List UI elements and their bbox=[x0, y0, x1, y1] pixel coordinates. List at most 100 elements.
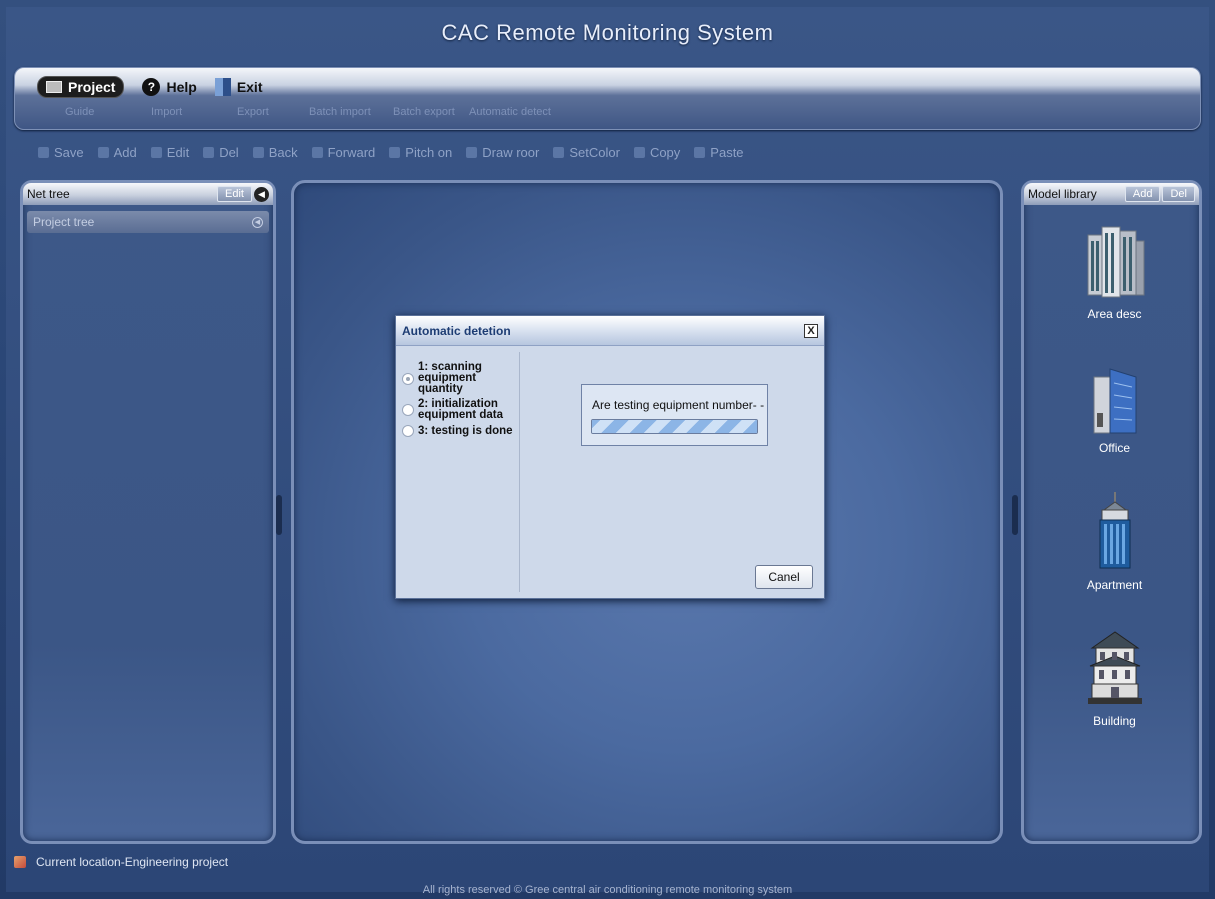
paste-icon bbox=[694, 147, 706, 158]
edit-button[interactable]: Edit bbox=[150, 145, 190, 160]
net-tree-panel: Net tree Edit ◀ Project tree ◀ bbox=[20, 180, 276, 844]
model-del-button[interactable]: Del bbox=[1162, 186, 1195, 202]
apartment-building-icon bbox=[1099, 492, 1130, 569]
office-building-icon bbox=[1093, 368, 1136, 434]
forward-icon bbox=[311, 147, 323, 158]
add-button[interactable]: Add bbox=[97, 145, 137, 160]
step-3-text: 3: testing is done bbox=[418, 424, 513, 437]
collapse-left-icon[interactable]: ◀ bbox=[254, 186, 269, 202]
model-building-label: Building bbox=[1093, 714, 1136, 728]
model-building[interactable]: Building bbox=[1024, 626, 1205, 728]
submenu-row: Guide Import Export Batch import Batch e… bbox=[65, 106, 551, 118]
submenu-import[interactable]: Import bbox=[151, 106, 237, 118]
delete-icon bbox=[203, 147, 215, 158]
net-tree-title: Net tree bbox=[27, 187, 70, 201]
folder-icon bbox=[46, 81, 62, 93]
paste-label: Paste bbox=[710, 145, 744, 160]
footer-copyright: All rights reserved © Gree central air c… bbox=[422, 884, 793, 896]
edit-label: Edit bbox=[166, 145, 190, 160]
delete-button[interactable]: Del bbox=[203, 145, 239, 160]
dialog-header: Automatic detetion X bbox=[396, 316, 824, 346]
status-bar: Current location-Engineering project bbox=[14, 855, 228, 869]
model-area-desc-label: Area desc bbox=[1087, 307, 1142, 321]
model-add-button[interactable]: Add bbox=[1124, 186, 1161, 202]
dialog-divider bbox=[519, 352, 520, 592]
step-3-radio[interactable] bbox=[402, 425, 414, 437]
model-office[interactable]: Office bbox=[1024, 363, 1205, 455]
step-scanning[interactable]: 1: scanning equipment quantity bbox=[402, 361, 514, 395]
submenu-batch-export[interactable]: Batch export bbox=[393, 106, 469, 118]
save-label: Save bbox=[54, 145, 84, 160]
draw-roor-button[interactable]: Draw roor bbox=[466, 145, 539, 160]
setcolor-button[interactable]: SetColor bbox=[553, 145, 620, 160]
model-office-label: Office bbox=[1098, 441, 1131, 455]
draw-roor-label: Draw roor bbox=[482, 145, 540, 160]
submenu-guide[interactable]: Guide bbox=[65, 106, 151, 118]
building-icon bbox=[1087, 631, 1142, 704]
add-icon bbox=[97, 147, 109, 158]
pointer-icon bbox=[389, 147, 401, 158]
left-splitter-handle[interactable] bbox=[276, 495, 282, 535]
project-tree-header[interactable]: Project tree ◀ bbox=[27, 211, 269, 233]
step-2-radio[interactable] bbox=[402, 404, 414, 416]
forward-label: Forward bbox=[327, 145, 376, 160]
add-label: Add bbox=[113, 145, 137, 160]
back-icon bbox=[252, 147, 264, 158]
help-icon: ? bbox=[142, 78, 161, 96]
palette-icon bbox=[553, 147, 565, 158]
menu-help[interactable]: ? Help bbox=[142, 76, 197, 98]
close-icon[interactable]: X bbox=[804, 323, 818, 338]
pitch-on-label: Pitch on bbox=[405, 145, 453, 160]
project-tree-collapse-icon[interactable]: ◀ bbox=[252, 216, 263, 228]
save-button[interactable]: Save bbox=[38, 145, 84, 160]
exit-icon bbox=[214, 78, 231, 96]
model-apartment[interactable]: Apartment bbox=[1024, 490, 1205, 592]
toolbar: Save Add Edit Del Back Forward Pitch on … bbox=[38, 145, 744, 160]
edit-icon bbox=[150, 147, 162, 158]
area-building-icon bbox=[1087, 226, 1144, 298]
progress-fill bbox=[592, 420, 757, 433]
menu-exit-label: Exit bbox=[236, 79, 263, 95]
menu-exit[interactable]: Exit bbox=[214, 76, 263, 98]
progress-bar bbox=[591, 419, 758, 434]
copy-icon bbox=[633, 147, 645, 158]
cancel-button[interactable]: Canel bbox=[755, 565, 813, 589]
pitch-on-button[interactable]: Pitch on bbox=[389, 145, 452, 160]
progress-box: Are testing equipment number- - bbox=[581, 384, 768, 446]
step-1-text: 1: scanning equipment quantity bbox=[418, 361, 482, 395]
automatic-detection-dialog: Automatic detetion X 1: scanning equipme… bbox=[395, 315, 825, 599]
current-location: Current location-Engineering project bbox=[36, 855, 229, 869]
menu-row: Project ? Help Exit bbox=[37, 76, 263, 98]
net-tree-edit-button[interactable]: Edit bbox=[217, 186, 252, 202]
location-pin-icon bbox=[14, 856, 26, 868]
menu-project[interactable]: Project bbox=[37, 76, 125, 98]
model-library-header: Model library Add Del bbox=[1024, 183, 1199, 205]
submenu-export[interactable]: Export bbox=[237, 106, 309, 118]
menu-project-label: Project bbox=[68, 79, 116, 95]
draw-icon bbox=[466, 147, 478, 158]
main-menubar: Project ? Help Exit Guide Import Export … bbox=[14, 67, 1201, 130]
model-area-desc[interactable]: Area desc bbox=[1024, 221, 1205, 321]
model-library-title: Model library bbox=[1028, 187, 1097, 201]
project-tree-title: Project tree bbox=[33, 215, 95, 229]
right-splitter-handle[interactable] bbox=[1012, 495, 1018, 535]
progress-text: Are testing equipment number- - bbox=[592, 398, 765, 412]
dialog-title: Automatic detetion bbox=[402, 323, 511, 338]
setcolor-label: SetColor bbox=[569, 145, 620, 160]
back-button[interactable]: Back bbox=[252, 145, 298, 160]
net-tree-actions: Edit ◀ bbox=[217, 186, 269, 202]
submenu-batch-import[interactable]: Batch import bbox=[309, 106, 393, 118]
menu-help-label: Help bbox=[166, 79, 197, 95]
step-initialization[interactable]: 2: initialization equipment data bbox=[402, 398, 514, 421]
detection-steps: 1: scanning equipment quantity 2: initia… bbox=[402, 361, 514, 437]
model-library-actions: Add Del bbox=[1124, 186, 1195, 202]
model-library-panel: Model library Add Del Area desc Office A… bbox=[1021, 180, 1202, 844]
forward-button[interactable]: Forward bbox=[311, 145, 376, 160]
step-1-radio[interactable] bbox=[402, 372, 414, 385]
step-done[interactable]: 3: testing is done bbox=[402, 425, 514, 437]
paste-button[interactable]: Paste bbox=[694, 145, 744, 160]
submenu-automatic-detect[interactable]: Automatic detect bbox=[469, 106, 551, 118]
app-title: CAC Remote Monitoring System bbox=[441, 20, 774, 45]
back-label: Back bbox=[268, 145, 298, 160]
copy-button[interactable]: Copy bbox=[633, 145, 680, 160]
